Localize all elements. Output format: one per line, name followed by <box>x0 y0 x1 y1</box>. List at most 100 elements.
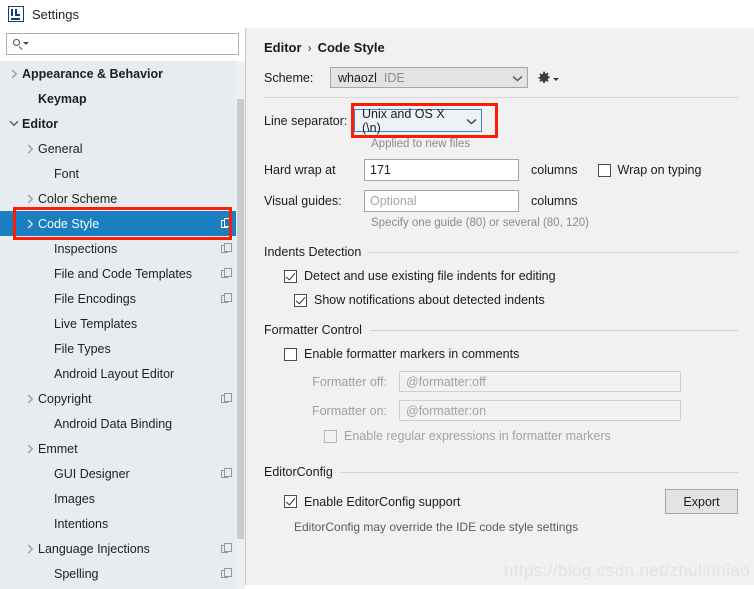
sidebar-item-label: Code Style <box>38 216 100 231</box>
sidebar-item-emmet[interactable]: Emmet <box>0 436 245 461</box>
enable-formatter-markers-label: Enable formatter markers in comments <box>304 347 520 361</box>
checkbox-box <box>284 269 297 283</box>
line-separator-hint: Applied to new files <box>371 138 471 150</box>
indents-detection-group-header: Indents Detection <box>264 245 738 259</box>
sidebar-item-language-injections[interactable]: Language Injections <box>0 536 245 561</box>
sidebar-item-android-data-binding[interactable]: Android Data Binding <box>0 411 245 436</box>
copy-settings-icon[interactable] <box>221 568 232 579</box>
enable-regex-markers-checkbox[interactable]: Enable regular expressions in formatter … <box>324 429 738 443</box>
sidebar-item-file-and-code-templates[interactable]: File and Code Templates <box>0 261 245 286</box>
sidebar-item-gui-designer[interactable]: GUI Designer <box>0 461 245 486</box>
settings-sidebar: Appearance & Behavior Keymap Editor General… <box>0 28 246 589</box>
sidebar-item-label: Copyright <box>38 391 92 406</box>
chevron-right-icon[interactable] <box>22 219 38 229</box>
chevron-right-icon[interactable] <box>6 69 22 79</box>
sidebar-item-label: File Types <box>54 341 111 356</box>
chevron-down-icon[interactable] <box>6 120 22 127</box>
show-indent-notifications-checkbox[interactable]: Show notifications about detected indent… <box>294 293 738 307</box>
copy-settings-icon[interactable] <box>221 218 232 229</box>
gear-dropdown-caret-icon <box>553 78 559 81</box>
settings-body: Appearance & Behavior Keymap Editor General… <box>0 28 754 589</box>
copy-settings-icon[interactable] <box>221 468 232 479</box>
visual-guides-row: Visual guides: columns <box>264 190 738 212</box>
sidebar-scrollbar[interactable] <box>236 61 245 589</box>
line-separator-label: Line separator: <box>264 113 348 128</box>
copy-settings-icon[interactable] <box>221 393 232 404</box>
chevron-right-icon[interactable] <box>22 144 38 154</box>
visual-guides-hint: Specify one guide (80) or several (80, 1… <box>371 217 589 229</box>
visual-guides-unit: columns <box>531 194 578 208</box>
intellij-idea-logo-icon <box>8 6 24 22</box>
sidebar-item-label: Android Data Binding <box>54 416 173 431</box>
line-separator-row: Line separator: Unix and OS X (\n) <box>264 103 738 138</box>
sidebar-item-images[interactable]: Images <box>0 486 245 511</box>
breadcrumb: Editor › Code Style <box>264 40 738 55</box>
scheme-label: Scheme: <box>264 70 314 85</box>
scheme-value: whaozl <box>338 70 377 85</box>
sidebar-item-file-types[interactable]: File Types <box>0 336 245 361</box>
chevron-right-icon[interactable] <box>22 394 38 404</box>
sidebar-item-live-templates[interactable]: Live Templates <box>0 311 245 336</box>
formatter-on-label: Formatter on: <box>311 403 387 418</box>
sidebar-item-label: Live Templates <box>54 316 138 331</box>
sidebar-item-label: Images <box>54 491 95 506</box>
detect-indents-checkbox[interactable]: Detect and use existing file indents for… <box>284 269 738 283</box>
search-input[interactable] <box>31 36 238 52</box>
checkbox-box <box>284 347 297 361</box>
sidebar-item-label: Android Layout Editor <box>54 366 175 381</box>
sidebar-item-label: File and Code Templates <box>54 266 193 281</box>
breadcrumb-parent[interactable]: Editor <box>264 40 302 55</box>
visual-guides-input[interactable] <box>364 190 519 212</box>
sidebar-item-label: General <box>38 141 83 156</box>
sidebar-item-label: Keymap <box>38 91 87 106</box>
chevron-right-icon[interactable] <box>22 444 38 454</box>
chevron-right-icon[interactable] <box>22 194 38 204</box>
sidebar-item-code-style[interactable]: Code Style <box>0 211 245 236</box>
sidebar-item-android-layout-editor[interactable]: Android Layout Editor <box>0 361 245 386</box>
sidebar-item-spelling[interactable]: Spelling <box>0 561 245 586</box>
breadcrumb-current: Code Style <box>317 40 385 55</box>
sidebar-item-inspections[interactable]: Inspections <box>0 236 245 261</box>
chevron-down-icon <box>502 71 523 85</box>
export-button[interactable]: Export <box>665 489 738 514</box>
sidebar-item-file-encodings[interactable]: File Encodings <box>0 286 245 311</box>
formatter-on-input[interactable] <box>399 400 681 421</box>
search-icon <box>13 38 29 51</box>
group-rule <box>369 251 738 253</box>
wrap-on-typing-checkbox[interactable]: Wrap on typing <box>597 163 701 177</box>
indents-detection-title: Indents Detection <box>264 245 362 259</box>
sidebar-item-appearance-behavior[interactable]: Appearance & Behavior <box>0 61 245 86</box>
hard-wrap-label: Hard wrap at <box>264 163 336 177</box>
sidebar-scrollbar-thumb[interactable] <box>237 99 244 539</box>
sidebar-item-copyright[interactable]: Copyright <box>0 386 245 411</box>
sidebar-item-editor[interactable]: Editor <box>0 111 245 136</box>
editorconfig-row: Enable EditorConfig support Export <box>264 489 738 514</box>
breadcrumb-separator-icon: › <box>307 40 312 55</box>
enable-formatter-markers-checkbox[interactable]: Enable formatter markers in comments <box>284 347 738 361</box>
copy-settings-icon[interactable] <box>221 268 232 279</box>
gear-icon <box>537 71 551 85</box>
hard-wrap-row: Hard wrap at columns Wrap on typing <box>264 159 738 181</box>
copy-settings-icon[interactable] <box>221 243 232 254</box>
enable-editorconfig-checkbox[interactable]: Enable EditorConfig support <box>284 495 460 509</box>
chevron-right-icon[interactable] <box>22 544 38 554</box>
scheme-dropdown[interactable]: whaozl IDE <box>330 67 528 88</box>
window-titlebar: Settings <box>0 0 754 28</box>
enable-regex-markers-label: Enable regular expressions in formatter … <box>344 429 611 443</box>
copy-settings-icon[interactable] <box>221 543 232 554</box>
copy-settings-icon[interactable] <box>221 293 232 304</box>
scheme-settings-button[interactable] <box>537 71 559 85</box>
formatter-control-title: Formatter Control <box>264 323 362 337</box>
hard-wrap-input[interactable] <box>364 159 519 181</box>
sidebar-item-keymap[interactable]: Keymap <box>0 86 245 111</box>
section-divider <box>264 97 738 98</box>
search-box[interactable] <box>6 33 239 55</box>
sidebar-item-label: GUI Designer <box>54 466 130 481</box>
settings-tree[interactable]: Appearance & Behavior Keymap Editor General… <box>0 61 245 589</box>
sidebar-item-intentions[interactable]: Intentions <box>0 511 245 536</box>
sidebar-item-font[interactable]: Font <box>0 161 245 186</box>
sidebar-item-color-scheme[interactable]: Color Scheme <box>0 186 245 211</box>
line-separator-dropdown[interactable]: Unix and OS X (\n) <box>354 107 482 135</box>
sidebar-item-general[interactable]: General <box>0 136 245 161</box>
formatter-off-input[interactable] <box>399 371 681 392</box>
